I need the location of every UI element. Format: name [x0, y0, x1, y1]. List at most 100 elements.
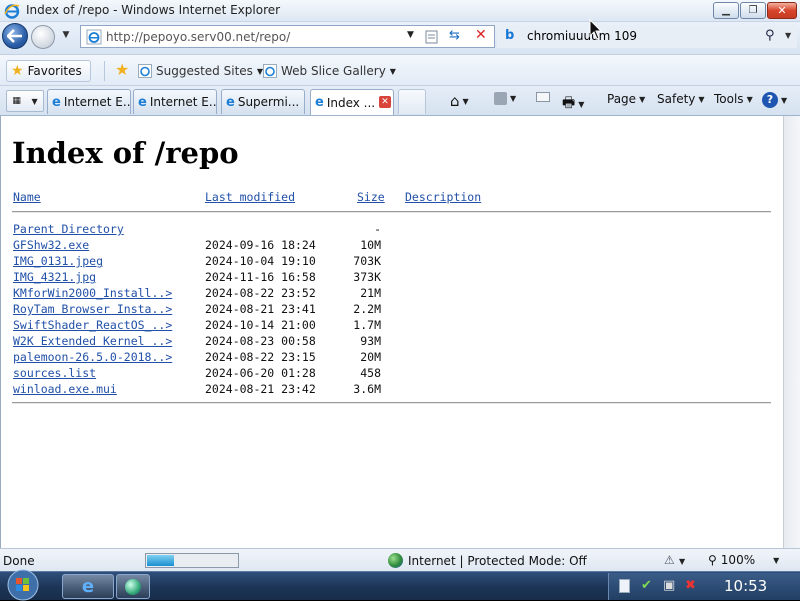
read-mail-button[interactable]	[536, 92, 550, 102]
add-to-favorites-bar-icon[interactable]: ★	[115, 62, 129, 78]
refresh-icon[interactable]: ⇆	[449, 28, 460, 43]
file-link[interactable]: sources.list	[13, 366, 96, 380]
file-link[interactable]: GFShw32.exe	[13, 238, 89, 252]
network-icon[interactable]: ▣	[663, 578, 675, 593]
help-icon: ?	[762, 92, 778, 108]
file-link[interactable]: IMG_4321.jpg	[13, 270, 96, 284]
security-check-icon[interactable]: ✔	[641, 578, 652, 593]
table-row: RoyTam Browser Insta..> 2024-08-21 23:41 2…	[1, 302, 784, 318]
parent-directory-link[interactable]: Parent Directory	[13, 222, 124, 236]
size-cell: 458	[360, 366, 381, 380]
page-menu-label: Page	[607, 92, 637, 106]
column-modified-link[interactable]: Last modified	[205, 190, 295, 204]
page-title: Index of /repo	[12, 136, 239, 170]
volume-muted-icon[interactable]: ✖	[685, 578, 696, 593]
web-slice-gallery-link[interactable]: Web Slice Gallery ▼	[263, 64, 396, 78]
zoom-control[interactable]: ⚲ 100% ▼	[708, 553, 779, 567]
ie-tab-icon: e	[315, 95, 324, 110]
size-cell: 21M	[360, 286, 381, 300]
zone-text: Internet | Protected Mode: Off	[408, 553, 587, 568]
close-tab-icon[interactable]: ✕	[379, 96, 391, 108]
file-link[interactable]: W2K Extended Kernel ..>	[13, 334, 172, 348]
modified-cell: 2024-08-22 23:15	[205, 350, 316, 364]
title-bar: Index of /repo - Windows Internet Explor…	[0, 0, 800, 22]
table-row: IMG_0131.jpeg 2024-10-04 19:10 703K	[1, 254, 784, 270]
chevron-down-icon[interactable]: ▼	[679, 557, 685, 566]
chevron-down-icon: ▼	[781, 95, 788, 105]
home-button[interactable]: ⌂ ▼	[450, 92, 469, 110]
file-link[interactable]: RoyTam Browser Insta..>	[13, 302, 172, 316]
mouse-cursor-icon	[589, 19, 603, 40]
page-ie-icon	[86, 29, 102, 45]
feeds-button[interactable]: ▼	[494, 92, 516, 105]
start-orb-icon[interactable]	[2, 568, 44, 601]
table-row: SwiftShader_ReactOS_..> 2024-10-14 21:00 1…	[1, 318, 784, 334]
status-bar: Done Internet | Protected Mode: Off ⚠ ▼ …	[0, 548, 800, 571]
recent-pages-dropdown[interactable]: ▼	[60, 30, 72, 42]
protected-mode-icon[interactable]: ⚠	[664, 553, 675, 567]
vertical-scrollbar[interactable]	[783, 116, 800, 548]
navigation-bar: ▼ http://pepoyo.serv00.net/repo/ ▼ ⇆ ✕ b…	[0, 22, 800, 54]
suggested-sites-link[interactable]: Suggested Sites ▼	[138, 64, 263, 78]
tab-1[interactable]: e Internet E...	[47, 89, 131, 114]
tab-3[interactable]: e Supermi...	[221, 89, 305, 114]
quick-tabs-button[interactable]: ▦ ▼	[6, 90, 44, 112]
file-link[interactable]: palemoon-26.5.0-2018..>	[13, 350, 172, 364]
divider	[12, 211, 771, 213]
file-link[interactable]: SwiftShader_ReactOS_..>	[13, 318, 172, 332]
safety-menu[interactable]: Safety ▼	[657, 92, 705, 106]
printer-icon: 🖶	[562, 95, 576, 111]
page-ie-icon	[138, 64, 152, 78]
search-input[interactable]: chromiuuuum 109	[527, 29, 637, 43]
column-name-link[interactable]: Name	[13, 190, 41, 204]
minimize-button[interactable]: ▁	[713, 2, 739, 19]
column-size-link[interactable]: Size	[357, 190, 385, 204]
table-row: KMforWin2000_Install..> 2024-08-22 23:52 2…	[1, 286, 784, 302]
file-link[interactable]: IMG_0131.jpeg	[13, 254, 103, 268]
address-dropdown-icon[interactable]: ▼	[407, 30, 414, 40]
search-options-dropdown[interactable]: ▼	[785, 31, 791, 40]
size-cell: 373K	[353, 270, 381, 284]
search-icon[interactable]: ⚲	[765, 28, 775, 43]
taskbar-ie-button[interactable]: e	[62, 574, 114, 599]
search-box[interactable]: b chromiuuuum 109 ⚲ ▼	[497, 25, 797, 48]
bing-icon: b	[505, 28, 515, 43]
compatibility-view-icon[interactable]	[424, 29, 440, 45]
taskbar-app-button[interactable]	[116, 574, 150, 599]
ie-tab-icon: e	[52, 94, 61, 110]
tab-2[interactable]: e Internet E...	[133, 89, 217, 114]
restore-icon: ❐	[748, 5, 758, 16]
divider	[12, 402, 771, 404]
tab-label: Index ...	[326, 95, 376, 110]
size-cell: 93M	[360, 334, 381, 348]
tools-menu-label: Tools	[714, 92, 744, 106]
tab-list-dropdown[interactable]: ▼	[32, 97, 38, 106]
clock[interactable]: 10:53	[724, 577, 767, 595]
internet-globe-icon	[388, 553, 403, 568]
ie-logo-icon	[4, 4, 20, 19]
taskbar: e ✔ ▣ ✖ 10:53	[0, 568, 800, 601]
back-button[interactable]	[2, 23, 28, 49]
file-link[interactable]: winload.exe.mui	[13, 382, 117, 396]
modified-cell: 2024-08-21 23:42	[205, 382, 316, 396]
file-link[interactable]: KMforWin2000_Install..>	[13, 286, 172, 300]
tab-label: Internet E...	[149, 95, 216, 109]
page-menu[interactable]: Page ▼	[607, 92, 645, 106]
help-button[interactable]: ? ▼	[762, 92, 787, 108]
close-button[interactable]: ✕	[767, 2, 797, 19]
new-tab-button[interactable]	[398, 89, 426, 114]
maximize-button[interactable]: ❐	[740, 2, 766, 19]
tools-menu[interactable]: Tools ▼	[714, 92, 753, 106]
favorites-button[interactable]: ★ Favorites	[6, 60, 91, 82]
progress-fill	[147, 555, 174, 566]
tab-4-active[interactable]: e Index ... ✕	[310, 89, 394, 115]
column-description-link[interactable]: Description	[405, 190, 481, 204]
print-button[interactable]: 🖶 ▼	[562, 92, 584, 116]
address-bar[interactable]: http://pepoyo.serv00.net/repo/ ▼ ⇆ ✕	[80, 25, 495, 48]
quick-tabs-icon: ▦	[12, 96, 21, 106]
table-row: winload.exe.mui 2024-08-21 23:42 3.6M	[1, 382, 784, 398]
forward-button[interactable]	[31, 25, 55, 49]
security-zone[interactable]: Internet | Protected Mode: Off	[388, 553, 587, 568]
action-center-icon[interactable]	[619, 579, 630, 593]
stop-icon[interactable]: ✕	[475, 27, 487, 43]
